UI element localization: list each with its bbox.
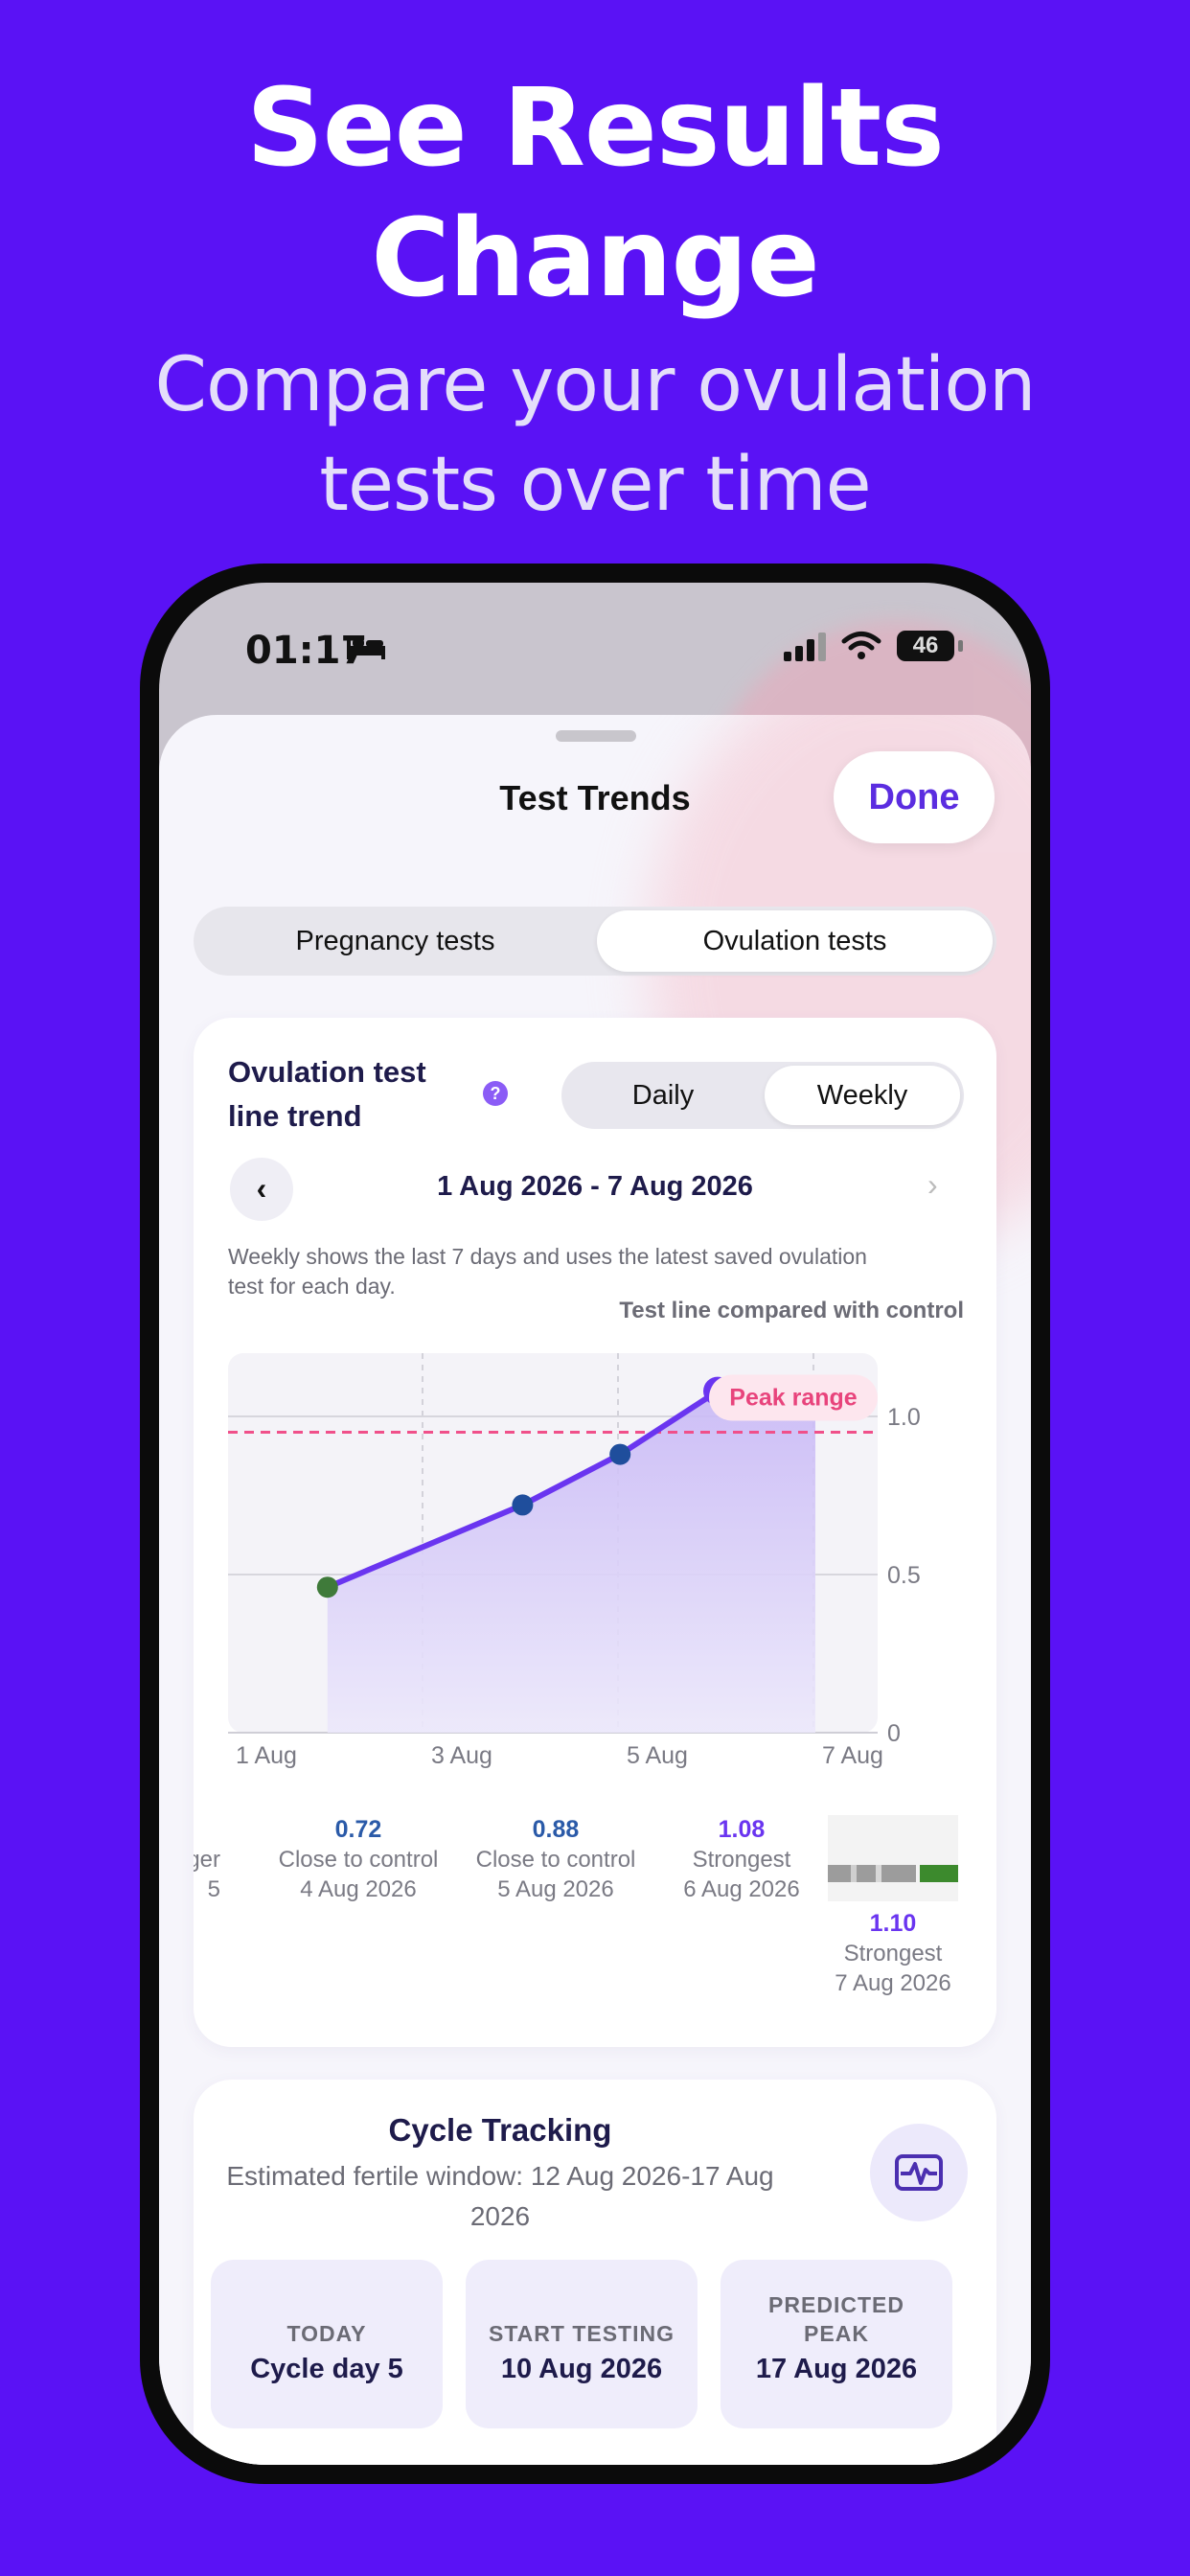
test-trends-sheet: Test Trends Done Pregnancy tests Ovulati…	[159, 715, 1031, 2465]
weekly-description: Weekly shows the last 7 days and uses th…	[228, 1244, 867, 1299]
cycle-tracking-card: Cycle Tracking Estimated fertile window:…	[194, 2080, 996, 2465]
data-point	[512, 1494, 534, 1516]
wifi-icon	[841, 632, 881, 659]
test-strip-thumbnail[interactable]	[828, 1815, 958, 1901]
y-tick-label: 0.5	[887, 1562, 921, 1589]
test-points-row: . ger 5 0.72 Close to control 4 Aug 2026…	[194, 1815, 996, 2036]
sleep-focus-icon	[347, 636, 385, 659]
peak-range-label: Peak range	[729, 1385, 858, 1412]
test-point-2-value: 0.72	[334, 1816, 382, 1843]
promo-headline-line-2: Change	[371, 196, 819, 321]
cycle-tracking-title: Cycle Tracking	[388, 2112, 612, 2148]
test-point-4[interactable]: 1.08 Strongest 6 Aug 2026	[646, 1815, 837, 1904]
promo-headline: See Results Change	[0, 63, 1190, 324]
tile-predicted-peak-value: 17 Aug 2026	[755, 2354, 918, 2384]
tile-predicted-peak: PREDICTED PEAK 17 Aug 2026	[721, 2260, 952, 2428]
date-range-label: 1 Aug 2026 - 7 Aug 2026	[437, 1171, 753, 1202]
pulse-icon	[895, 2154, 943, 2191]
x-tick-label: 3 Aug	[431, 1742, 492, 1769]
trend-card-title: Ovulation test line trend	[228, 1055, 426, 1133]
tab-ovulation-tests[interactable]: Ovulation tests	[597, 910, 993, 972]
test-point-2[interactable]: 0.72 Close to control 4 Aug 2026	[263, 1815, 454, 1904]
test-point-4-status: Strongest	[692, 1847, 791, 1873]
battery-indicator: 46	[897, 631, 954, 661]
x-tick-label: 7 Aug	[822, 1742, 883, 1769]
test-point-2-date: 4 Aug 2026	[300, 1876, 417, 1902]
comparison-label: Test line compared with control	[619, 1298, 964, 1323]
tile-start-testing: START TESTING 10 Aug 2026	[466, 2260, 698, 2428]
test-point-4-value: 1.08	[718, 1816, 766, 1843]
tab-pregnancy-tests[interactable]: Pregnancy tests	[197, 910, 593, 972]
period-toggle: Daily Weekly	[561, 1062, 964, 1129]
y-tick-label: 1.0	[887, 1404, 921, 1431]
toggle-daily[interactable]: Daily	[565, 1066, 761, 1125]
test-point-3-date: 5 Aug 2026	[497, 1876, 614, 1902]
promo-sub-line-2: tests over time	[319, 442, 871, 528]
test-type-segmented-control: Pregnancy tests Ovulation tests	[194, 907, 996, 976]
status-bar: 01:17 46	[159, 583, 1031, 717]
test-point-3[interactable]: 0.88 Close to control 5 Aug 2026	[460, 1815, 652, 1904]
tile-predicted-peak-label: PREDICTED PEAK	[768, 2292, 904, 2346]
y-tick-label: 0	[887, 1720, 901, 1747]
x-tick-label: 1 Aug	[236, 1742, 297, 1769]
test-point-4-date: 6 Aug 2026	[683, 1876, 800, 1902]
tile-today-value: Cycle day 5	[250, 2354, 403, 2384]
test-point-1[interactable]: . ger 5	[194, 1815, 220, 1904]
test-point-3-status: Close to control	[475, 1847, 636, 1873]
promo-headline-line-1: See Results	[246, 66, 945, 191]
test-point-2-status: Close to control	[278, 1847, 439, 1873]
promo-sub-line-1: Compare your ovulation	[154, 342, 1037, 428]
help-icon[interactable]: ?	[483, 1081, 508, 1106]
tile-today-label: TODAY	[286, 2321, 367, 2346]
tile-today: TODAY Cycle day 5	[211, 2260, 443, 2428]
phone-frame: 01:17 46 Test Trends Done Pregnancy test…	[140, 564, 1050, 2484]
test-point-5-status: Strongest	[843, 1941, 943, 1966]
data-point	[316, 1576, 338, 1598]
done-button[interactable]: Done	[834, 751, 995, 843]
tile-start-testing-label: START TESTING	[488, 2321, 675, 2346]
test-point-5-value: 1.10	[869, 1910, 917, 1937]
promo-subheadline: Compare your ovulation tests over time	[0, 335, 1190, 535]
next-week-button[interactable]: ›	[927, 1167, 938, 1203]
test-point-1-status: ger	[194, 1847, 220, 1873]
test-point-5[interactable]: 1.10 Strongest 7 Aug 2026	[797, 1909, 989, 1998]
test-point-3-value: 0.88	[532, 1816, 580, 1843]
battery-cap-icon	[958, 640, 963, 652]
tile-start-testing-value: 10 Aug 2026	[500, 2354, 663, 2384]
sheet-grabber[interactable]	[556, 730, 636, 742]
test-point-1-date: 5	[207, 1876, 220, 1902]
test-point-5-date: 7 Aug 2026	[835, 1970, 951, 1996]
trend-card: Ovulation test line trend ? Daily Weekly…	[194, 1018, 996, 2047]
data-point	[609, 1443, 631, 1465]
cycle-pulse-button[interactable]	[870, 2124, 968, 2221]
phone-screen: 01:17 46 Test Trends Done Pregnancy test…	[159, 583, 1031, 2465]
fertile-window-text: Estimated fertile window: 12 Aug 2026-17…	[226, 2161, 774, 2231]
trend-line-chart: Peak range 0 0.5 1.0 1 Aug 3 Aug 5 Aug 7 Aug	[228, 1353, 921, 1769]
toggle-weekly[interactable]: Weekly	[765, 1066, 960, 1125]
x-tick-label: 5 Aug	[627, 1742, 688, 1769]
